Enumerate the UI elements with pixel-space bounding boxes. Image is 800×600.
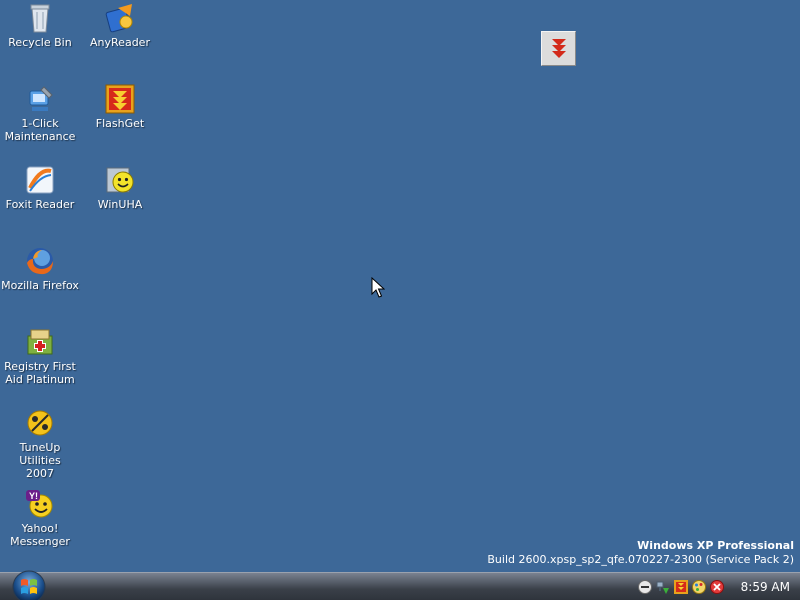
icon-label: WinUHA	[97, 198, 143, 211]
desktop-icon-registry-first-aid[interactable]: Registry First Aid Platinum	[0, 326, 80, 386]
icon-label: Yahoo! Messenger	[10, 522, 70, 548]
maintenance-icon	[29, 86, 53, 111]
close-circle-icon[interactable]	[709, 579, 725, 595]
tuneup-icon	[27, 410, 53, 436]
desktop-icon-yahoo-messenger[interactable]: Y! Yahoo! Messenger	[0, 488, 80, 548]
flashget-drop-target-icon	[551, 39, 566, 58]
desktop-icon-mozilla-firefox[interactable]: Mozilla Firefox	[0, 245, 80, 292]
desktop-icon-1-click-maintenance[interactable]: 1-Click Maintenance	[0, 83, 80, 143]
windows-start-orb-icon[interactable]	[11, 569, 47, 600]
icon-label: 1-Click Maintenance	[4, 117, 76, 143]
winuha-icon	[106, 167, 134, 193]
icon-label: Mozilla Firefox	[1, 279, 79, 292]
desktop-icon-flashget[interactable]: FlashGet	[80, 83, 160, 130]
icon-label: Recycle Bin	[8, 36, 72, 49]
flashget-tray-icon[interactable]	[673, 579, 689, 595]
foxit-reader-icon	[26, 166, 54, 194]
desktop-icon-winuha[interactable]: WinUHA	[80, 164, 160, 211]
flashget-icon	[105, 84, 135, 114]
svg-text:Y!: Y!	[29, 491, 38, 501]
firefox-icon	[27, 248, 53, 275]
minus-circle-icon[interactable]	[637, 579, 653, 595]
os-build-text: Build 2600.xpsp_sp2_qfe.070227-2300 (Ser…	[487, 553, 794, 566]
mouse-cursor-icon	[371, 277, 385, 298]
recycle-bin-icon	[30, 4, 50, 33]
icon-label: Foxit Reader	[5, 198, 75, 211]
desktop[interactable]: Recycle Bin 1-Click Maintenance Foxit Re…	[0, 0, 800, 572]
icon-label: FlashGet	[95, 117, 145, 130]
os-edition-text: Windows XP Professional	[637, 539, 794, 552]
network-shield-icon[interactable]	[655, 579, 671, 595]
os-watermark: Windows XP Professional Build 2600.xpsp_…	[487, 539, 794, 567]
flashget-drop-target[interactable]	[541, 31, 576, 66]
icon-label: Registry First Aid Platinum	[4, 360, 76, 386]
desktop-icon-foxit-reader[interactable]: Foxit Reader	[0, 164, 80, 211]
taskbar-clock[interactable]: 8:59 AM	[741, 580, 790, 594]
taskbar: 8:59 AM	[0, 569, 800, 600]
system-tray: 8:59 AM	[633, 573, 800, 600]
desktop-icon-recycle-bin[interactable]: Recycle Bin	[0, 2, 80, 49]
yahoo-messenger-icon: Y!	[26, 490, 53, 518]
icon-label: TuneUp Utilities 2007	[19, 441, 61, 480]
paint-tray-icon[interactable]	[691, 579, 707, 595]
anyreader-icon	[105, 4, 133, 33]
desktop-icon-anyreader[interactable]: AnyReader	[80, 2, 160, 49]
icon-label: AnyReader	[90, 36, 150, 49]
desktop-icon-tuneup-utilities[interactable]: TuneUp Utilities 2007	[0, 407, 80, 480]
registry-first-aid-icon	[27, 329, 53, 355]
